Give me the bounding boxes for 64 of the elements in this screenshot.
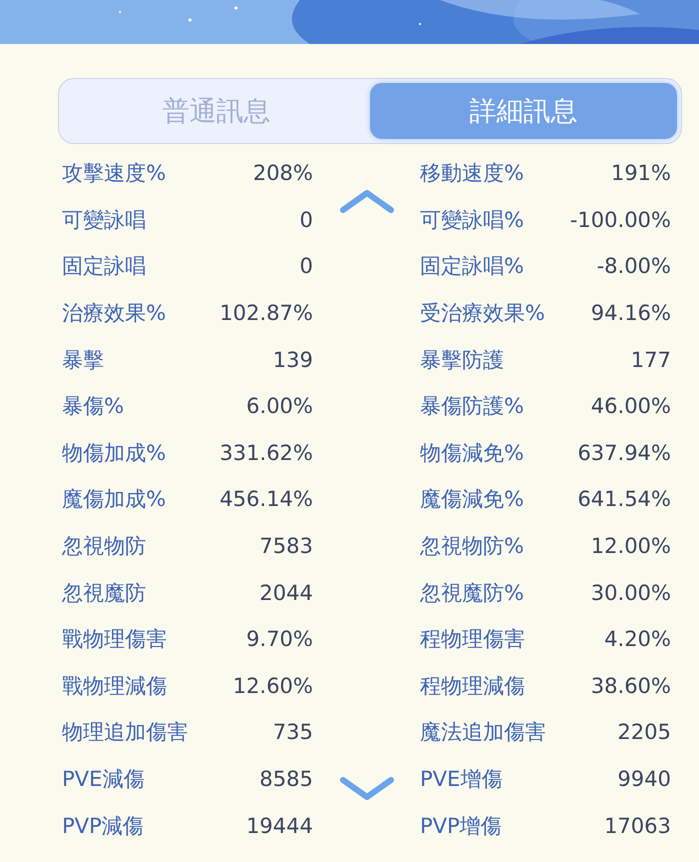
stat-label: 暴擊防護: [420, 346, 504, 374]
stat-label: 忽視物防: [62, 533, 146, 560]
tab[interactable]: 普通訊息: [63, 83, 370, 139]
stat-label: 程物理傷害: [420, 626, 525, 654]
stat-label: 魔法追加傷害: [420, 719, 546, 746]
stat-value: 94.16%: [590, 301, 671, 326]
stat-label: 程物理減傷: [420, 672, 525, 700]
stat-value: 637.94%: [578, 440, 671, 465]
stat-label: 受治療效果%: [420, 300, 545, 328]
stat-label: 戰物理傷害: [62, 626, 167, 654]
stat-value: 102.87%: [220, 301, 313, 326]
stat-value: 0: [300, 254, 313, 278]
stat-value: 8585: [260, 767, 313, 792]
stat-value: 456.14%: [220, 487, 313, 512]
stat-label: 忽視魔防: [62, 580, 146, 607]
stat-label: 暴傷防護%: [420, 393, 524, 420]
stat-label: 暴傷%: [62, 393, 124, 420]
stat-value: 191%: [610, 161, 671, 186]
stat-value: 6.00%: [246, 394, 313, 418]
stat-label: 物理追加傷害: [62, 719, 188, 746]
stat-value: 735: [272, 720, 313, 744]
stat-value: 2205: [618, 720, 671, 744]
stat-value: 30.00%: [590, 580, 671, 605]
stat-label: 可變詠唱: [62, 206, 146, 234]
stat-label: 移動速度%: [420, 160, 524, 188]
stat-label: PVP增傷: [420, 812, 502, 840]
stat-value: 38.60%: [590, 674, 671, 698]
stat-label: 暴擊: [62, 346, 104, 374]
stat-label: 攻擊速度%: [62, 160, 166, 188]
stat-value: -100.00%: [570, 208, 671, 232]
stat-value: 331.62%: [220, 440, 313, 465]
tab[interactable]: 詳細訊息: [370, 83, 677, 139]
stat-value: 12.00%: [590, 534, 671, 558]
stat-value: 12.60%: [232, 674, 313, 698]
stat-value: 0: [300, 208, 313, 232]
stat-label: 固定詠唱%: [420, 253, 524, 280]
stat-label: 魔傷減免%: [420, 486, 524, 514]
stat-value: 7583: [260, 534, 313, 558]
stat-value: 177: [630, 348, 671, 372]
stat-value: 208%: [252, 161, 313, 186]
stat-value: 19444: [246, 814, 313, 838]
stat-label: PVE增傷: [420, 766, 502, 794]
stat-value: 9940: [618, 767, 671, 792]
stat-label: PVE減傷: [62, 766, 144, 794]
stat-value: 46.00%: [590, 394, 671, 418]
stat-value: -8.00%: [596, 254, 671, 278]
stat-value: 9.70%: [246, 627, 313, 652]
stat-value: 2044: [260, 580, 313, 605]
stat-value: 4.20%: [604, 627, 671, 652]
chevron-up-icon[interactable]: [338, 188, 394, 214]
stat-value: 641.54%: [578, 487, 671, 512]
stat-label: 物傷減免%: [420, 440, 524, 467]
stat-label: 忽視魔防%: [420, 580, 524, 607]
stat-label: 可變詠唱%: [420, 206, 524, 234]
stat-label: 物傷加成%: [62, 440, 166, 467]
stat-label: 魔傷加成%: [62, 486, 166, 514]
chevron-down-icon[interactable]: [338, 776, 394, 802]
stat-value: 139: [272, 348, 313, 372]
stat-label: 戰物理減傷: [62, 672, 167, 700]
stat-label: PVP減傷: [62, 812, 144, 840]
stat-label: 忽視物防%: [420, 533, 524, 560]
stat-value: 17063: [604, 814, 671, 838]
stat-label: 固定詠唱: [62, 253, 146, 280]
stat-label: 治療效果%: [62, 300, 166, 328]
